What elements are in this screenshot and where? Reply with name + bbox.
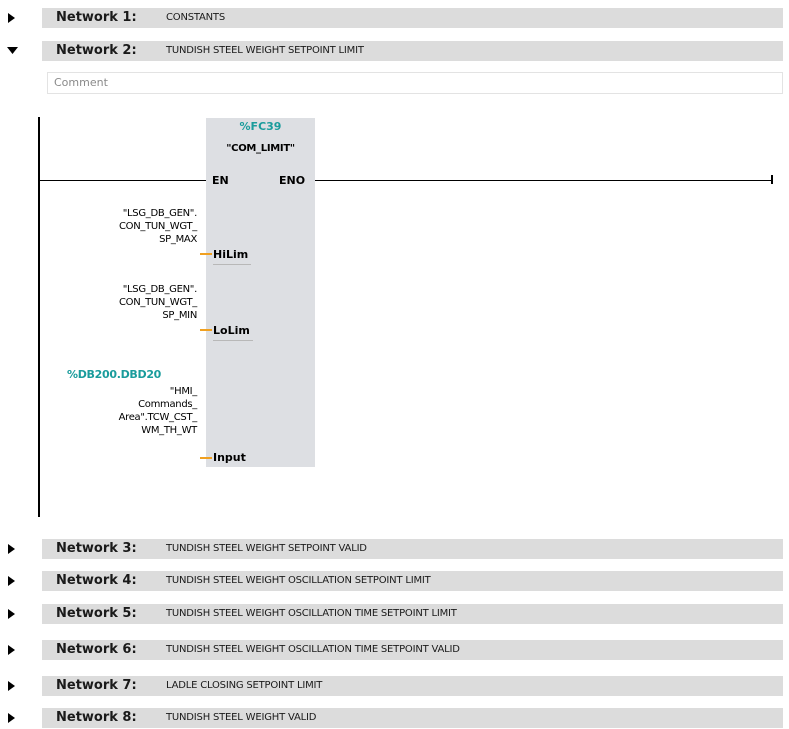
power-rail <box>38 117 40 517</box>
network-label: Network 7: <box>56 678 137 693</box>
network-header-bar <box>42 676 783 696</box>
hilim-wire <box>200 253 212 255</box>
operand-line: "HMI_ <box>169 386 198 397</box>
operand-line: "LSG_DB_GEN". <box>122 208 198 219</box>
operand-line: Area".TCW_CST_ <box>118 412 198 423</box>
network-6-header[interactable]: Network 6: TUNDISH STEEL WEIGHT OSCILLAT… <box>0 639 789 661</box>
network-title[interactable]: LADLE CLOSING SETPOINT LIMIT <box>166 680 322 691</box>
input-wire <box>200 457 212 459</box>
operand-line: "LSG_DB_GEN". <box>122 284 198 295</box>
network-title[interactable]: TUNDISH STEEL WEIGHT OSCILLATION TIME SE… <box>166 608 457 619</box>
operand-line: WM_TH_WT <box>141 425 197 436</box>
network-label: Network 2: <box>56 43 137 58</box>
operand-lolim[interactable]: "LSG_DB_GEN". CON_TUN_WGT_ SP_MIN <box>119 283 197 322</box>
network-4-header[interactable]: Network 4: TUNDISH STEEL WEIGHT OSCILLAT… <box>0 570 789 592</box>
pin-hilim[interactable]: HiLim <box>213 248 248 261</box>
operand-address[interactable]: %DB200.DBD20 <box>67 368 161 381</box>
network-label: Network 4: <box>56 573 137 588</box>
expand-triangle-icon[interactable] <box>7 575 17 587</box>
expand-triangle-icon[interactable] <box>7 712 17 724</box>
function-block-com-limit[interactable] <box>206 118 315 467</box>
network-label: Network 3: <box>56 541 137 556</box>
eno-line-end <box>771 175 773 184</box>
expand-triangle-icon[interactable] <box>7 644 17 656</box>
network-title[interactable]: TUNDISH STEEL WEIGHT VALID <box>166 712 316 723</box>
network-header-bar <box>42 8 783 28</box>
en-connection-line <box>40 180 206 181</box>
network-title[interactable]: TUNDISH STEEL WEIGHT OSCILLATION TIME SE… <box>166 644 460 655</box>
network-title[interactable]: TUNDISH STEEL WEIGHT SETPOINT LIMIT <box>166 45 364 56</box>
expand-triangle-icon[interactable] <box>7 543 17 555</box>
network-header-bar <box>42 41 783 61</box>
network-label: Network 1: <box>56 10 137 25</box>
operand-line: Commands_ <box>138 399 197 410</box>
network-comment-field[interactable]: Comment <box>47 72 783 94</box>
network-1-header[interactable]: Network 1: CONSTANTS <box>0 7 789 29</box>
operand-line: CON_TUN_WGT_ <box>118 221 197 232</box>
expand-triangle-icon[interactable] <box>7 680 17 692</box>
operand-input[interactable]: "HMI_ Commands_ Area".TCW_CST_ WM_TH_WT <box>118 385 198 437</box>
operand-line: SP_MAX <box>159 234 197 245</box>
network-label: Network 8: <box>56 710 137 725</box>
pin-en[interactable]: EN <box>212 174 229 187</box>
operand-line: SP_MIN <box>162 310 197 321</box>
block-name[interactable]: "COM_LIMIT" <box>206 143 315 154</box>
network-2-header[interactable]: Network 2: TUNDISH STEEL WEIGHT SETPOINT… <box>0 40 789 62</box>
eno-connection-line <box>315 180 772 181</box>
expand-triangle-icon[interactable] <box>7 608 17 620</box>
network-title[interactable]: TUNDISH STEEL WEIGHT OSCILLATION SETPOIN… <box>166 575 431 586</box>
network-5-header[interactable]: Network 5: TUNDISH STEEL WEIGHT OSCILLAT… <box>0 603 789 625</box>
expand-triangle-icon[interactable] <box>7 12 17 24</box>
pin-input[interactable]: Input <box>213 451 246 464</box>
lolim-wire <box>200 329 212 331</box>
network-3-header[interactable]: Network 3: TUNDISH STEEL WEIGHT SETPOINT… <box>0 538 789 560</box>
pin-underline <box>213 340 253 341</box>
network-7-header[interactable]: Network 7: LADLE CLOSING SETPOINT LIMIT <box>0 675 789 697</box>
block-number[interactable]: %FC39 <box>206 120 315 133</box>
pin-underline <box>213 264 251 265</box>
network-8-header[interactable]: Network 8: TUNDISH STEEL WEIGHT VALID <box>0 707 789 729</box>
pin-eno[interactable]: ENO <box>279 174 305 187</box>
operand-hilim[interactable]: "LSG_DB_GEN". CON_TUN_WGT_ SP_MAX <box>119 207 197 246</box>
network-header-bar <box>42 708 783 728</box>
collapse-triangle-icon[interactable] <box>7 46 18 58</box>
pin-lolim[interactable]: LoLim <box>213 324 250 337</box>
operand-line: CON_TUN_WGT_ <box>118 297 197 308</box>
network-label: Network 6: <box>56 642 137 657</box>
network-label: Network 5: <box>56 606 137 621</box>
comment-placeholder: Comment <box>54 76 108 89</box>
network-title[interactable]: TUNDISH STEEL WEIGHT SETPOINT VALID <box>166 543 367 554</box>
network-title[interactable]: CONSTANTS <box>166 12 225 23</box>
network-header-bar <box>42 539 783 559</box>
